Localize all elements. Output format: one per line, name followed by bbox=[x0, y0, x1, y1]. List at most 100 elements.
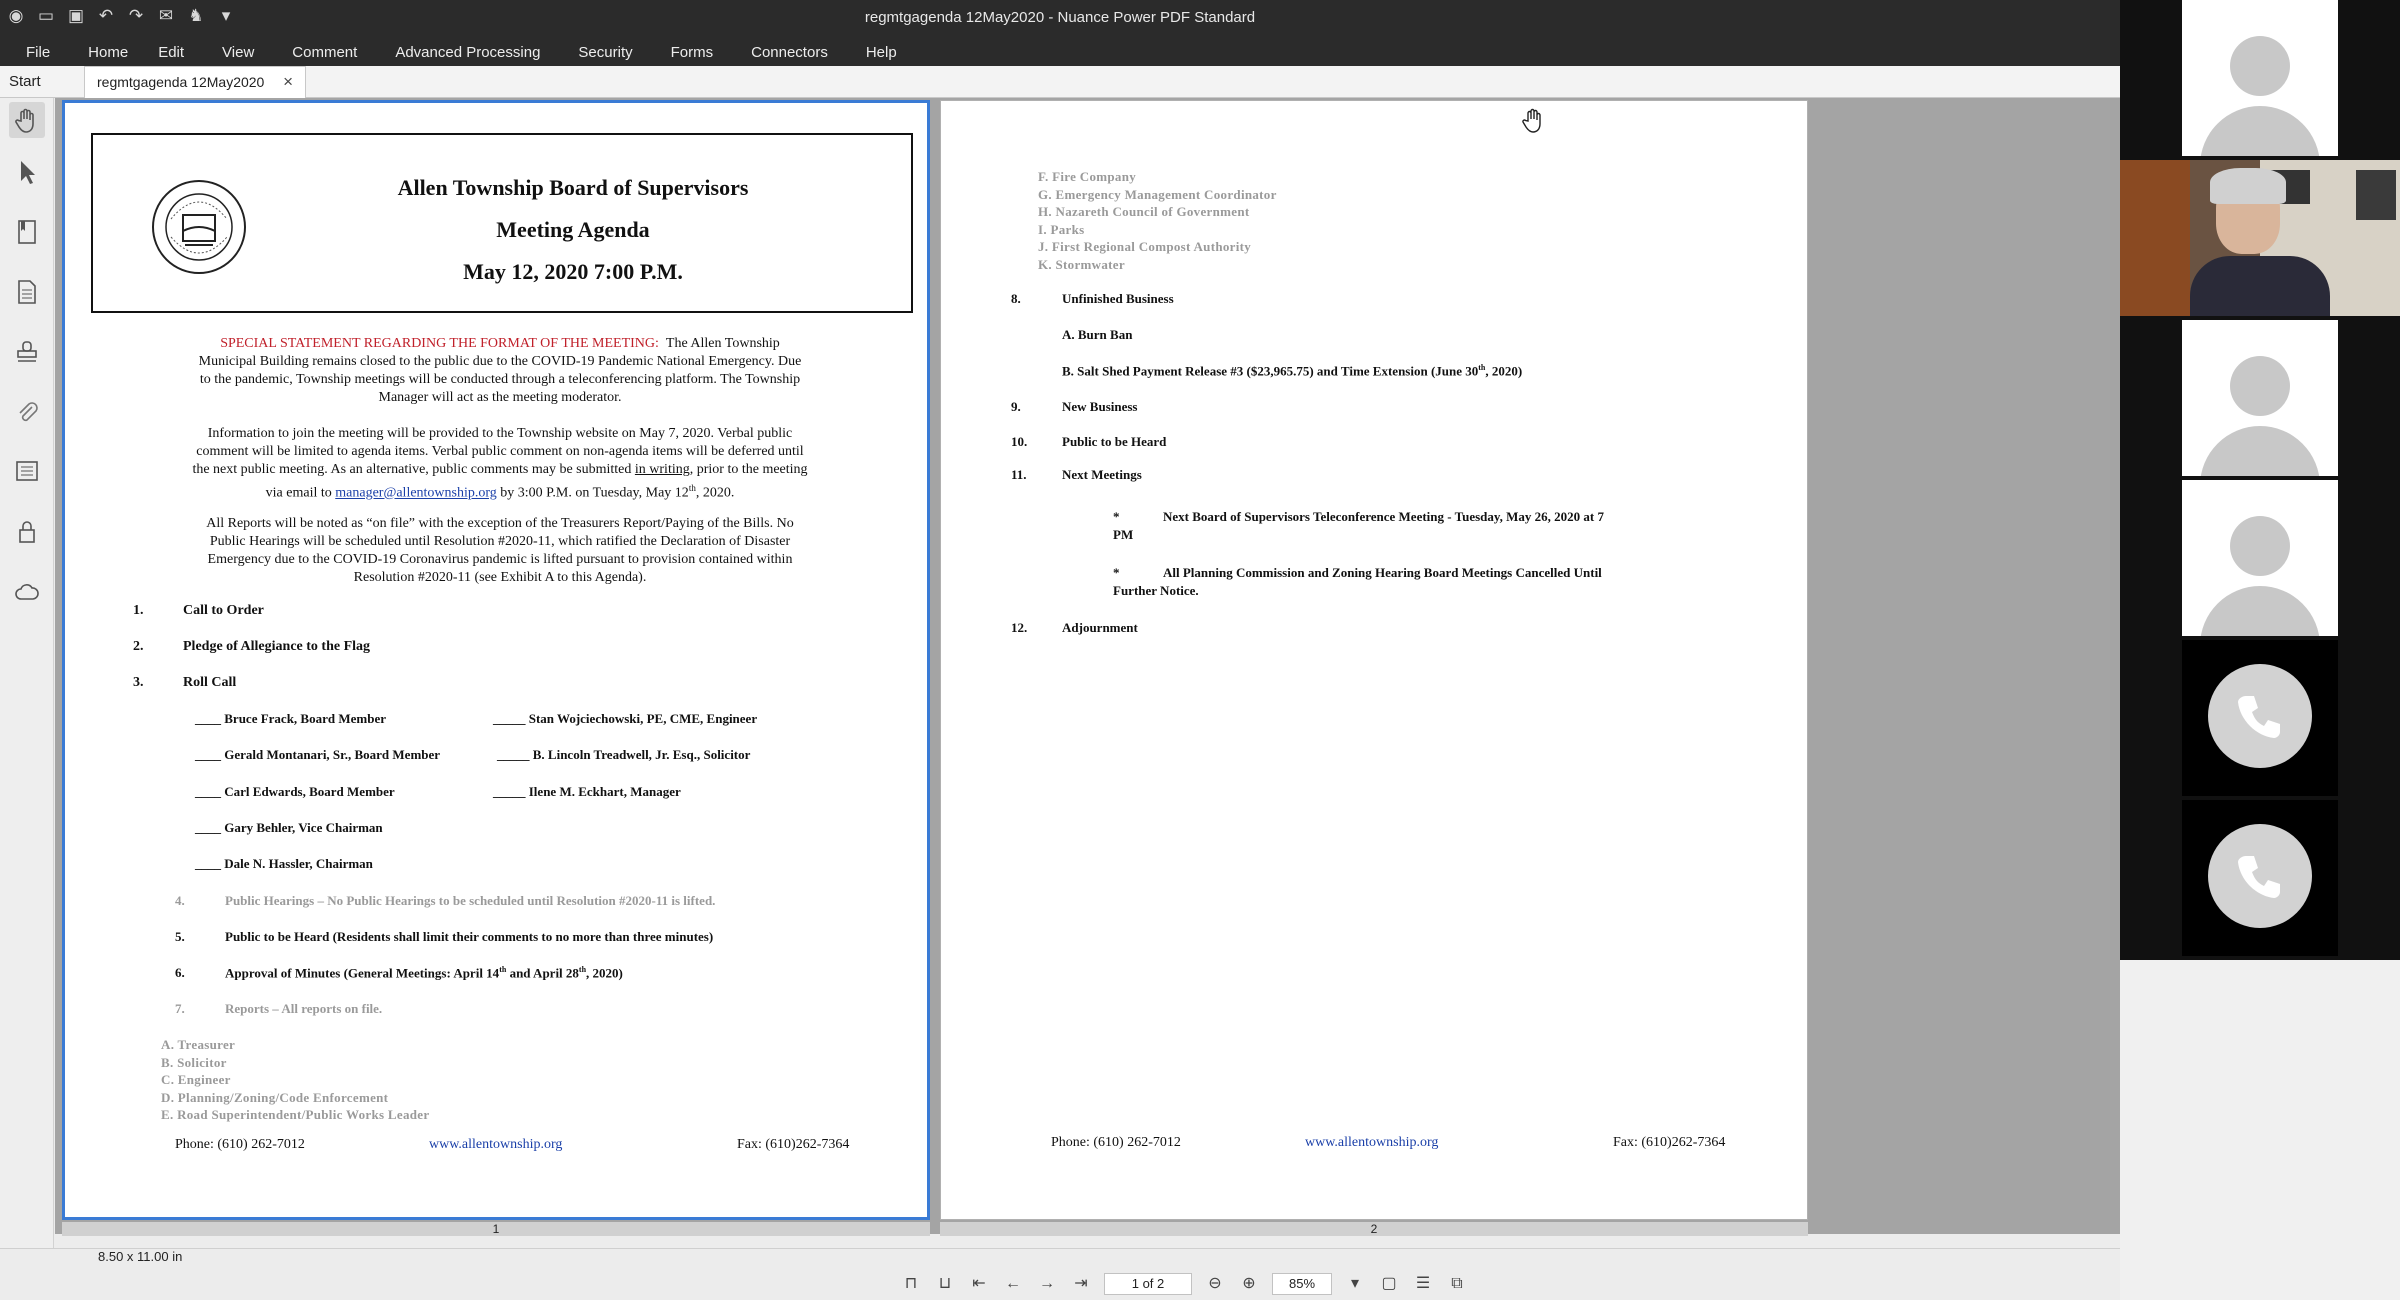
page-number-input[interactable]: 1 of 2 bbox=[1104, 1273, 1192, 1295]
agenda-item-8b: B. Salt Shed Payment Release #3 ($23,965… bbox=[1062, 363, 1522, 379]
next-meeting-2-bullet: * bbox=[1113, 565, 1120, 580]
security-button[interactable] bbox=[9, 514, 45, 550]
info-line-1: Information to join the meeting will be … bbox=[207, 426, 793, 441]
roll-call-right-1: _____ Stan Wojciechowski, PE, CME, Engin… bbox=[493, 711, 758, 726]
two-page-view-icon[interactable]: ⧉ bbox=[1446, 1273, 1468, 1295]
participant-shirt bbox=[2190, 256, 2330, 316]
info-line-3c: , prior to the meeting bbox=[689, 462, 808, 477]
report-sub-h: H. Nazareth Council of Government bbox=[1038, 204, 1250, 219]
participant-tile-phone-1[interactable] bbox=[2120, 640, 2400, 796]
avatar-body bbox=[2200, 426, 2320, 476]
previous-page-icon[interactable]: ← bbox=[1002, 1273, 1024, 1295]
stamps-button[interactable] bbox=[9, 334, 45, 370]
pages-button[interactable] bbox=[9, 274, 45, 310]
tab-start[interactable]: Start bbox=[9, 73, 41, 90]
agenda-item-4-number: 4. bbox=[175, 893, 185, 908]
menu-forms[interactable]: Forms bbox=[671, 44, 714, 61]
zoom-dropdown-icon[interactable]: ▾ bbox=[1344, 1273, 1366, 1295]
hand-tool-button[interactable] bbox=[9, 102, 45, 138]
tab-document[interactable]: regmtgagenda 12May2020 × bbox=[84, 66, 306, 98]
report-sub-j: J. First Regional Compost Authority bbox=[1038, 239, 1252, 254]
agenda-item-6-text: Approval of Minutes (General Meetings: A… bbox=[225, 965, 623, 981]
menu-file[interactable]: File bbox=[26, 44, 50, 61]
participant-tile-3[interactable] bbox=[2120, 320, 2400, 476]
agenda-item-11-text: Next Meetings bbox=[1062, 467, 1142, 482]
page-size-readout: 8.50 x 11.00 in bbox=[98, 1249, 183, 1264]
agenda-item-2-number: 2. bbox=[133, 639, 144, 654]
first-page-icon[interactable]: ⇤ bbox=[968, 1273, 990, 1295]
menu-view[interactable]: View bbox=[222, 44, 254, 61]
agenda-item-4-text: Public Hearings – No Public Hearings to … bbox=[225, 893, 716, 908]
agenda-item-1-number: 1. bbox=[133, 603, 144, 618]
report-sub-i: I. Parks bbox=[1038, 222, 1085, 237]
close-tab-icon[interactable]: × bbox=[283, 72, 293, 92]
participant-tile-1[interactable] bbox=[2120, 0, 2400, 156]
report-sub-e: E. Road Superintendent/Public Works Lead… bbox=[161, 1107, 430, 1122]
next-meeting-1-text-a: Next Board of Supervisors Teleconference… bbox=[1163, 509, 1605, 524]
comment-list-icon bbox=[16, 461, 38, 481]
info-line-2: comment will be limited to agenda items.… bbox=[196, 444, 804, 459]
agenda-item-11-number: 11. bbox=[1011, 467, 1027, 482]
single-page-view-icon[interactable]: ▢ bbox=[1378, 1273, 1400, 1295]
menu-connectors[interactable]: Connectors bbox=[751, 44, 828, 61]
attachments-button[interactable] bbox=[9, 394, 45, 430]
menu-help[interactable]: Help bbox=[866, 44, 897, 61]
next-meeting-1-bullet: * bbox=[1113, 509, 1120, 524]
info-in-writing: in writing bbox=[634, 462, 690, 477]
participant-tile-camera[interactable] bbox=[2120, 160, 2400, 316]
avatar-head bbox=[2230, 356, 2290, 416]
phone-icon bbox=[2208, 664, 2312, 768]
report-sub-b: B. Solicitor bbox=[161, 1055, 227, 1070]
continuous-view-icon[interactable]: ☰ bbox=[1412, 1273, 1434, 1295]
reports-paragraph: All Reports will be noted as “on file” w… bbox=[105, 515, 895, 587]
zoom-out-icon[interactable]: ⊖ bbox=[1204, 1273, 1226, 1295]
item6-text-b: and April 28 bbox=[506, 965, 579, 981]
agenda-item-3-number: 3. bbox=[133, 675, 144, 690]
menu-home[interactable]: Home bbox=[88, 44, 128, 61]
participant-tile-phone-2[interactable] bbox=[2120, 800, 2400, 956]
cloud-icon bbox=[15, 584, 39, 600]
next-meeting-2-text-b: Further Notice. bbox=[1113, 583, 1199, 598]
item8b-text-a: B. Salt Shed Payment Release #3 ($23,965… bbox=[1062, 363, 1479, 379]
agenda-item-7-text: Reports – All reports on file. bbox=[225, 1001, 383, 1016]
last-page-icon[interactable]: ⇥ bbox=[1070, 1273, 1092, 1295]
fit-width-icon[interactable]: ⊓ bbox=[900, 1273, 922, 1295]
cloud-connectors-button[interactable] bbox=[9, 574, 45, 610]
item6-text-a: Approval of Minutes (General Meetings: A… bbox=[225, 965, 500, 981]
participant-tile-4[interactable] bbox=[2120, 480, 2400, 636]
fit-page-icon[interactable]: ⊔ bbox=[934, 1273, 956, 1295]
bookmarks-button[interactable] bbox=[9, 214, 45, 250]
menu-comment[interactable]: Comment bbox=[292, 44, 357, 61]
menu-advanced-processing[interactable]: Advanced Processing bbox=[395, 44, 540, 61]
avatar-head bbox=[2230, 516, 2290, 576]
status-bar: 8.50 x 11.00 in ⊓ ⊔ ⇤ ← → ⇥ 1 of 2 ⊖ ⊕ 8… bbox=[0, 1248, 2120, 1300]
footer-website-link[interactable]: www.allentownship.org bbox=[429, 1137, 562, 1153]
zoom-in-icon[interactable]: ⊕ bbox=[1238, 1273, 1260, 1295]
pdf-page-1[interactable]: Allen Township Board of Supervisors Meet… bbox=[62, 100, 930, 1220]
select-tool-button[interactable] bbox=[9, 154, 45, 190]
menu-security[interactable]: Security bbox=[578, 44, 632, 61]
footer-website-link-p2[interactable]: www.allentownship.org bbox=[1305, 1135, 1438, 1151]
participant-camera-feed bbox=[2120, 160, 2400, 316]
page-1-number-bar: 1 bbox=[62, 1222, 930, 1236]
cursor-arrow-icon bbox=[21, 161, 35, 184]
participant-hair bbox=[2210, 168, 2286, 204]
comments-list-button[interactable] bbox=[9, 454, 45, 490]
info-line-4a: via email to bbox=[265, 485, 332, 501]
bookmark-page-icon bbox=[18, 220, 36, 244]
menu-edit[interactable]: Edit bbox=[158, 44, 184, 61]
phone-participant bbox=[2182, 800, 2338, 956]
reports-line-1: All Reports will be noted as “on file” w… bbox=[206, 516, 794, 531]
manager-email-link[interactable]: manager@allentownship.org bbox=[335, 486, 497, 501]
agenda-item-12-text: Adjournment bbox=[1062, 620, 1138, 635]
info-line-4: via email to manager@allentownship.org b… bbox=[105, 479, 895, 503]
footer-fax-p2: Fax: (610)262-7364 bbox=[1613, 1135, 1726, 1150]
item6-sup-2: th bbox=[578, 965, 587, 974]
report-sub-g: G. Emergency Management Coordinator bbox=[1038, 187, 1277, 202]
pdf-page-2[interactable]: F. Fire Company G. Emergency Management … bbox=[940, 100, 1808, 1220]
hand-cursor-icon bbox=[1522, 108, 1541, 133]
agenda-item-3-text: Roll Call bbox=[183, 675, 237, 690]
zoom-level-input[interactable]: 85% bbox=[1272, 1273, 1332, 1295]
agenda-item-12-number: 12. bbox=[1011, 620, 1028, 635]
next-page-icon[interactable]: → bbox=[1036, 1273, 1058, 1295]
